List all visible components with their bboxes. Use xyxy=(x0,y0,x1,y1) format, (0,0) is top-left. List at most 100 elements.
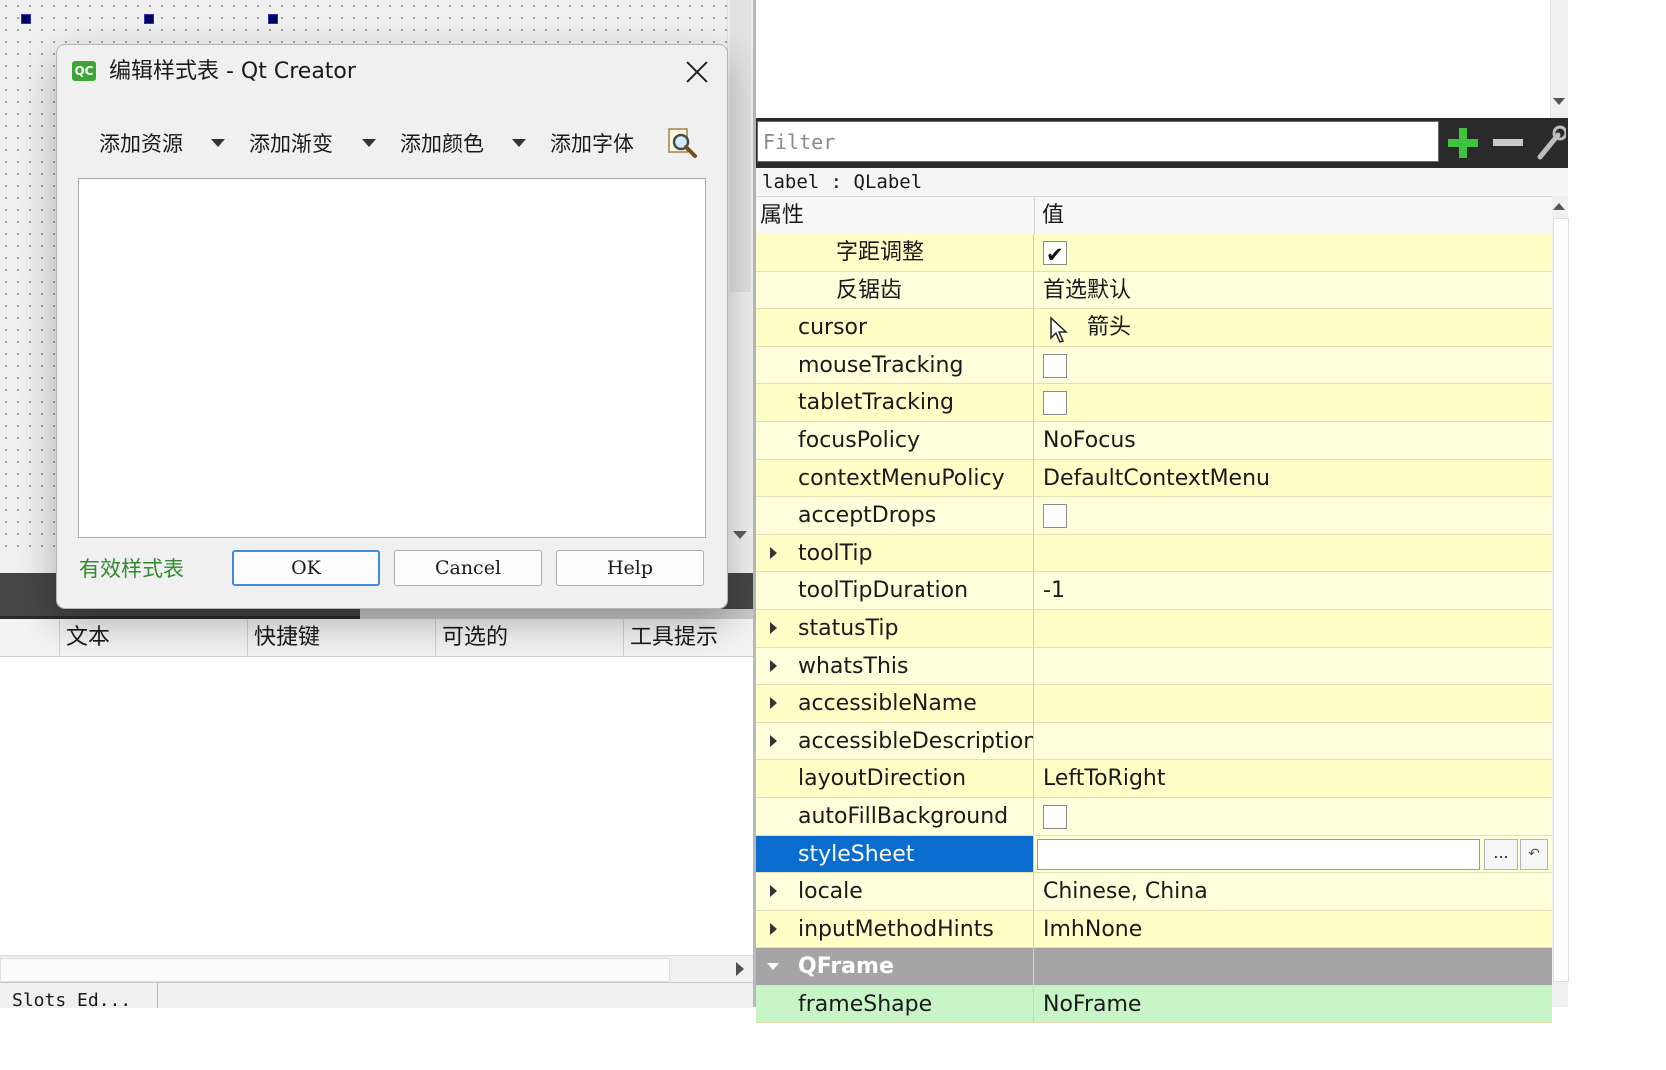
property-table[interactable]: 字距调整反锯齿首选默认cursor箭头mouseTrackingtabletTr… xyxy=(756,234,1552,1024)
remove-dynamic-property-icon[interactable] xyxy=(1493,139,1523,146)
property-name[interactable]: styleSheet xyxy=(756,835,1034,873)
column-header-checkable[interactable]: 可选的 xyxy=(436,619,624,656)
property-name[interactable]: acceptDrops xyxy=(756,497,1034,534)
property-row[interactable]: accessibleName xyxy=(756,685,1552,723)
canvas-vertical-scrollbar[interactable] xyxy=(727,0,754,547)
property-row[interactable]: 字距调整 xyxy=(756,234,1552,272)
add-font-button[interactable]: 添加字体 xyxy=(550,129,634,159)
property-name[interactable]: cursor xyxy=(756,309,1034,346)
property-name[interactable]: toolTip xyxy=(756,534,1034,572)
close-icon[interactable] xyxy=(683,58,711,86)
property-checkbox[interactable] xyxy=(1043,353,1067,378)
property-row[interactable]: toolTipDuration -1 xyxy=(756,572,1552,610)
scrollbar-thumb[interactable] xyxy=(730,0,751,292)
property-row[interactable]: acceptDrops xyxy=(756,497,1552,535)
property-name[interactable]: whatsThis xyxy=(756,647,1034,685)
property-name[interactable]: QFrame xyxy=(756,948,1034,985)
column-header-shortcut[interactable]: 快捷键 xyxy=(248,619,436,656)
property-checkbox[interactable] xyxy=(1043,237,1067,271)
property-value[interactable]: NoFocus xyxy=(1035,422,1552,459)
property-row[interactable]: cursor 箭头 xyxy=(756,309,1552,347)
property-value[interactable]: LeftToRight xyxy=(1035,760,1552,797)
property-row[interactable]: focusPolicy NoFocus xyxy=(756,421,1552,460)
property-value[interactable] xyxy=(1035,535,1552,572)
object-inspector[interactable] xyxy=(756,0,1568,118)
scroll-right-arrow-icon[interactable] xyxy=(736,962,744,976)
property-value[interactable]: ... ↶ xyxy=(1035,835,1552,873)
property-name[interactable]: accessibleName xyxy=(756,685,1034,722)
property-row[interactable]: statusTip xyxy=(756,609,1552,648)
property-row[interactable]: 反锯齿 首选默认 xyxy=(756,271,1552,310)
property-filter-input[interactable]: Filter xyxy=(757,121,1439,162)
wrench-icon[interactable] xyxy=(1536,125,1566,161)
property-value[interactable] xyxy=(1035,234,1552,271)
scroll-down-arrow-icon[interactable] xyxy=(733,531,747,539)
chevron-down-icon[interactable] xyxy=(512,139,526,147)
property-name[interactable]: tabletTracking xyxy=(756,384,1034,421)
object-inspector-scrollbar[interactable] xyxy=(1550,0,1568,118)
reset-property-icon[interactable]: ↶ xyxy=(1520,838,1548,870)
scrollbar-thumb[interactable] xyxy=(0,958,670,982)
scroll-down-arrow-icon[interactable] xyxy=(1553,98,1565,105)
property-row[interactable]: toolTip xyxy=(756,534,1552,573)
property-value[interactable] xyxy=(1035,723,1552,760)
property-value[interactable] xyxy=(1035,648,1552,685)
property-name[interactable]: 字距调整 xyxy=(756,234,1034,271)
scrollbar-thumb[interactable] xyxy=(1553,218,1569,982)
property-row[interactable]: accessibleDescription xyxy=(756,722,1552,761)
help-button[interactable]: Help xyxy=(556,550,704,586)
add-gradient-button[interactable]: 添加渐变 xyxy=(249,129,333,159)
property-name[interactable]: locale xyxy=(756,873,1034,910)
add-color-button[interactable]: 添加颜色 xyxy=(400,129,484,159)
property-name[interactable]: autoFillBackground xyxy=(756,797,1034,835)
property-value[interactable] xyxy=(1035,610,1552,647)
add-resource-button[interactable]: 添加资源 xyxy=(99,129,183,159)
property-name[interactable]: frameShape xyxy=(756,985,1034,1023)
property-value[interactable]: Chinese, China xyxy=(1035,873,1552,910)
add-dynamic-property-icon[interactable] xyxy=(1448,128,1478,158)
property-value[interactable]: ImhNone xyxy=(1035,911,1552,948)
column-header-value[interactable]: 值 xyxy=(1042,197,1064,235)
property-value[interactable] xyxy=(1035,685,1552,722)
property-checkbox[interactable] xyxy=(1043,804,1067,829)
property-name[interactable]: focusPolicy xyxy=(756,421,1034,459)
property-row[interactable]: frameShape NoFrame xyxy=(756,985,1552,1024)
scroll-up-arrow-icon[interactable] xyxy=(1553,203,1565,210)
action-editor-horizontal-scrollbar[interactable] xyxy=(0,955,753,983)
edit-stylesheet-button[interactable]: ... xyxy=(1484,838,1518,870)
property-row[interactable]: locale Chinese, China xyxy=(756,873,1552,911)
stylesheet-text-editor[interactable] xyxy=(78,178,706,538)
property-value[interactable] xyxy=(1035,798,1552,835)
chevron-down-icon[interactable] xyxy=(211,139,225,147)
property-value[interactable]: 箭头 xyxy=(1035,309,1552,346)
property-name[interactable]: layoutDirection xyxy=(756,760,1034,797)
property-name[interactable]: toolTipDuration xyxy=(756,572,1034,609)
selection-handle[interactable] xyxy=(268,14,278,24)
property-row[interactable]: styleSheet... ↶ xyxy=(756,835,1552,874)
property-name[interactable]: statusTip xyxy=(756,609,1034,647)
property-value[interactable]: -1 xyxy=(1035,572,1552,609)
property-name[interactable]: mouseTracking xyxy=(756,346,1034,384)
selection-handle[interactable] xyxy=(21,14,31,24)
column-header-property[interactable]: 属性 xyxy=(760,197,804,235)
ok-button[interactable]: OK xyxy=(232,550,380,586)
property-value[interactable]: DefaultContextMenu xyxy=(1035,460,1552,497)
property-row[interactable]: autoFillBackground xyxy=(756,797,1552,836)
property-row[interactable]: whatsThis xyxy=(756,647,1552,686)
tab-slots-editor[interactable]: Slots_Ed... xyxy=(0,983,158,1008)
property-name[interactable]: inputMethodHints xyxy=(756,910,1034,948)
property-row[interactable]: mouseTracking xyxy=(756,346,1552,385)
property-value[interactable] xyxy=(1035,347,1552,384)
property-name[interactable]: 反锯齿 xyxy=(756,271,1034,309)
property-row[interactable]: contextMenuPolicy DefaultContextMenu xyxy=(756,459,1552,498)
action-editor-list[interactable] xyxy=(0,657,753,955)
property-row[interactable]: layoutDirection LeftToRight xyxy=(756,760,1552,798)
property-row[interactable]: inputMethodHints ImhNone xyxy=(756,910,1552,949)
stylesheet-value-input[interactable] xyxy=(1037,838,1480,870)
selection-handle[interactable] xyxy=(144,14,154,24)
property-section-row[interactable]: QFrame xyxy=(756,948,1552,986)
column-header-tooltip[interactable]: 工具提示 xyxy=(624,619,753,656)
property-name[interactable]: contextMenuPolicy xyxy=(756,459,1034,497)
property-row[interactable]: tabletTracking xyxy=(756,384,1552,422)
property-checkbox[interactable] xyxy=(1043,391,1067,416)
